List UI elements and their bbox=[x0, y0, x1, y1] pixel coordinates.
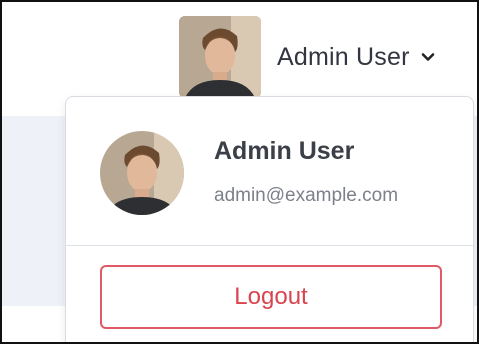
app-frame: Admin User Admin User admin@example.com … bbox=[0, 0, 479, 344]
profile-name: Admin User bbox=[214, 137, 355, 165]
profile-email: admin@example.com bbox=[214, 185, 399, 206]
user-menu-trigger[interactable]: Admin User bbox=[179, 16, 436, 98]
logout-button[interactable]: Logout bbox=[100, 265, 442, 329]
avatar-photo-icon bbox=[100, 131, 184, 215]
user-dropdown-menu: Admin User admin@example.com Logout bbox=[65, 96, 474, 342]
dropdown-profile: Admin User admin@example.com bbox=[66, 97, 473, 245]
dropdown-divider bbox=[66, 245, 473, 246]
chevron-down-icon[interactable] bbox=[420, 49, 436, 65]
avatar-photo-icon bbox=[179, 16, 261, 98]
header-avatar[interactable] bbox=[179, 16, 261, 98]
profile-avatar bbox=[100, 131, 184, 215]
header-user-name[interactable]: Admin User bbox=[277, 43, 410, 72]
